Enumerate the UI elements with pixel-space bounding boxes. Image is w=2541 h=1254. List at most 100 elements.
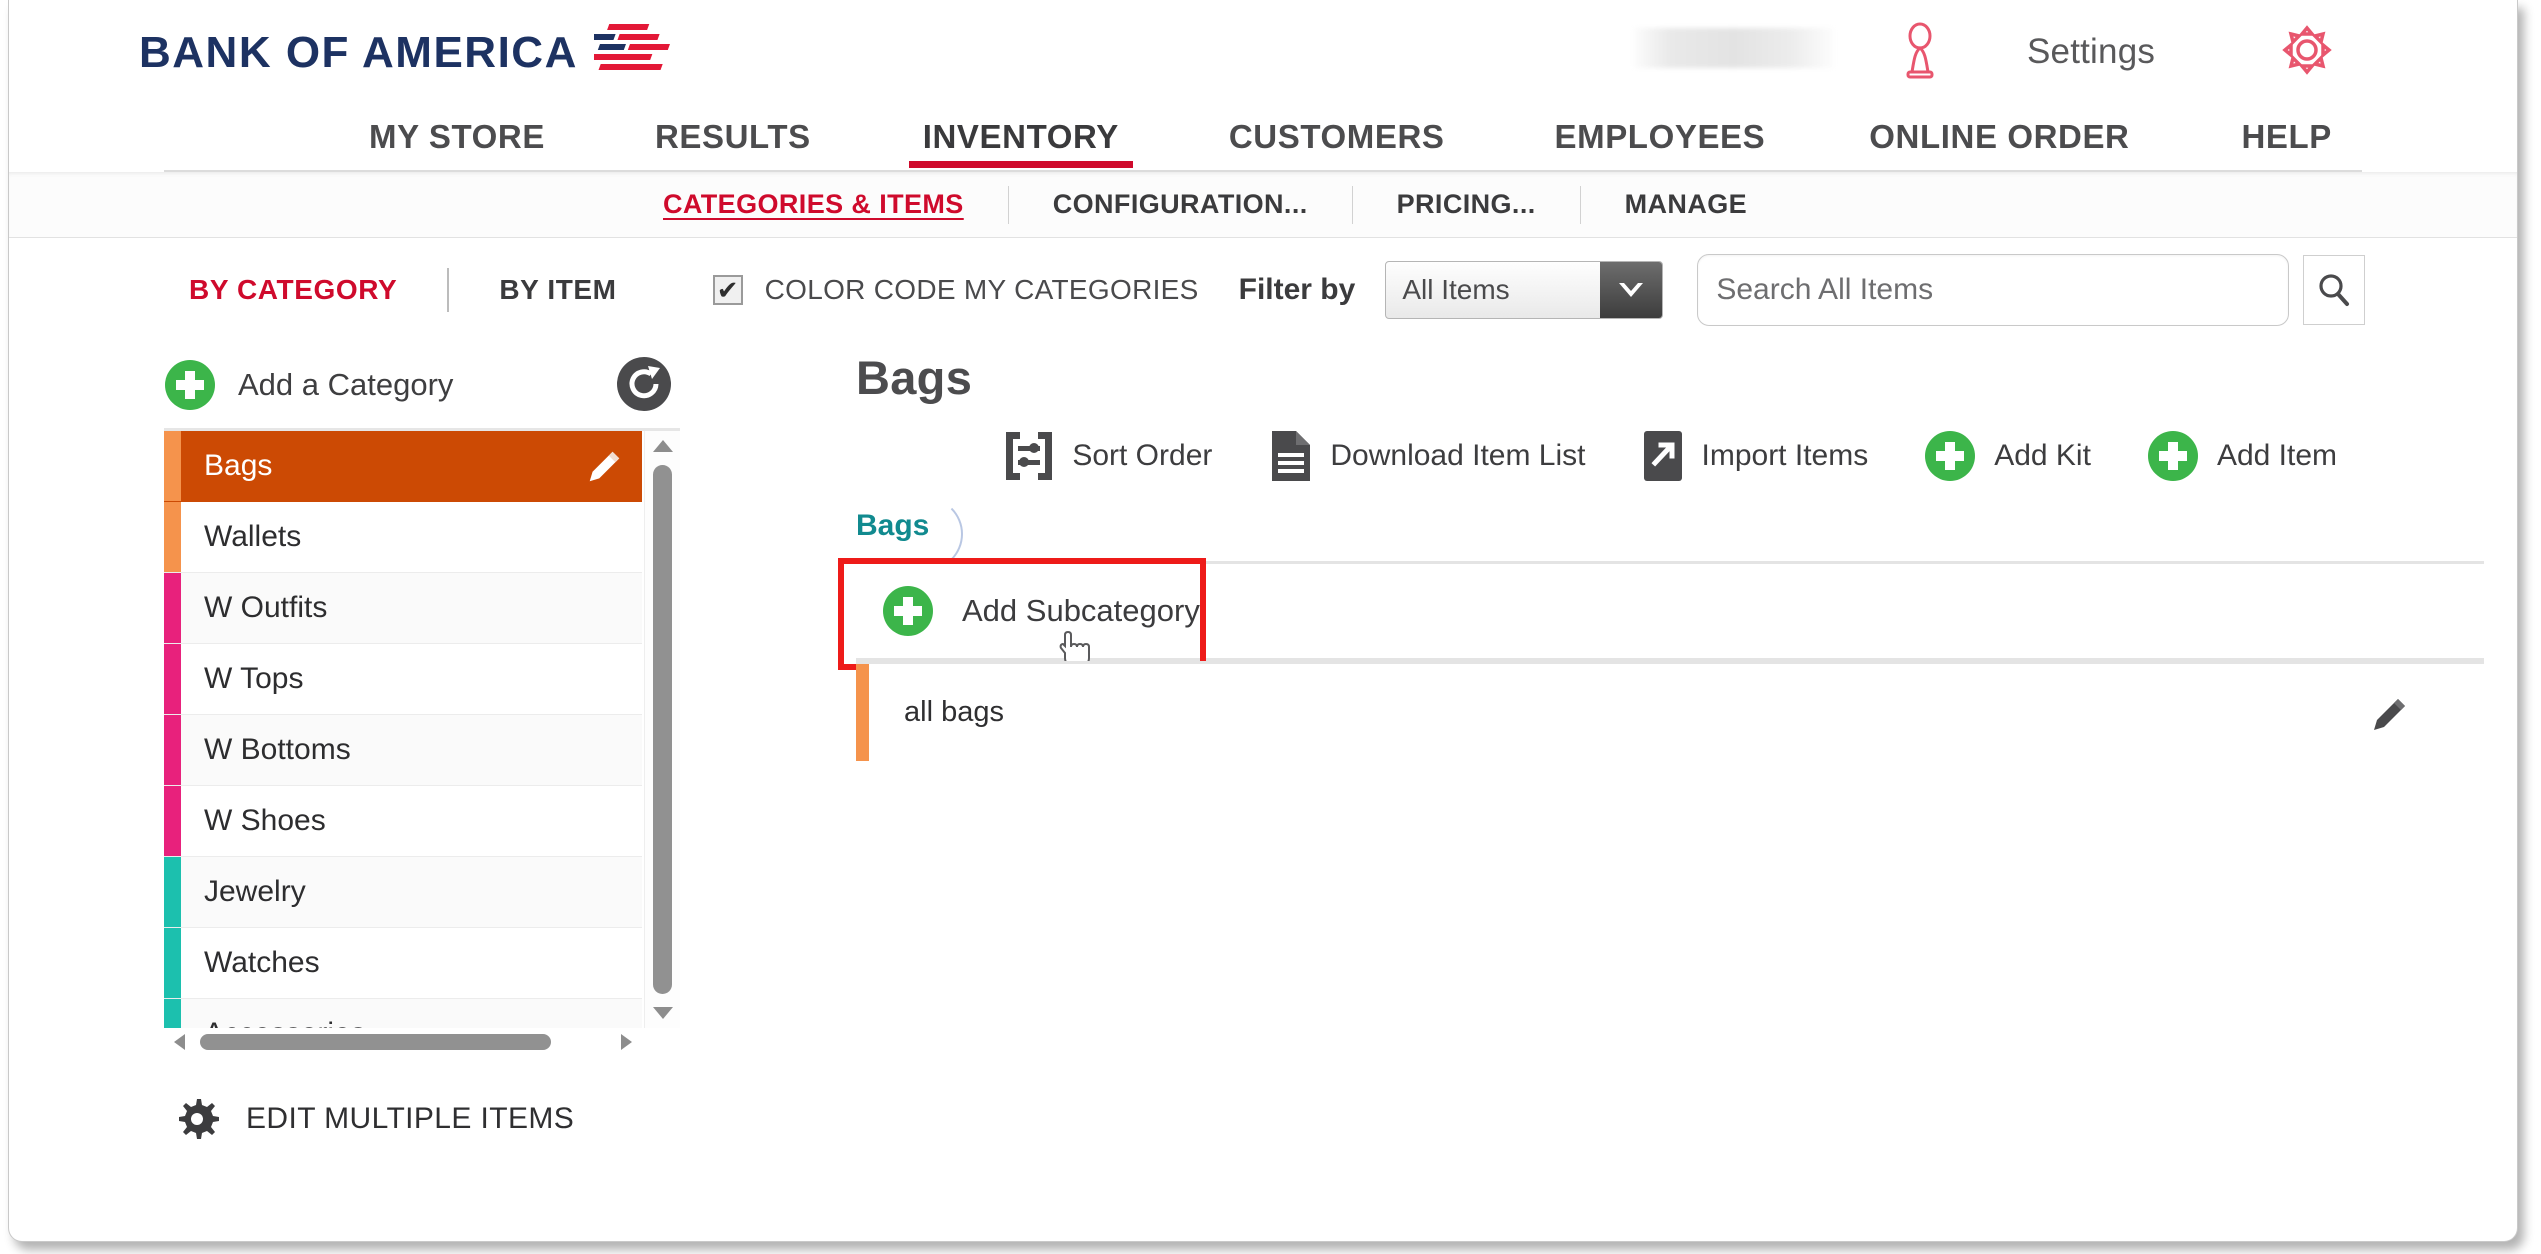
category-color-swatch <box>164 431 181 501</box>
category-list[interactable]: Bags Wallets W Outfits W Tops W Bottoms W Sho… <box>164 431 642 1028</box>
filter-toolbar: BY CATEGORY BY ITEM ✔ COLOR CODE MY CATE… <box>9 238 2517 342</box>
search-input[interactable] <box>1698 273 2289 307</box>
category-label: W Bottoms <box>204 733 351 766</box>
add-item-button[interactable]: Add Item <box>2147 430 2337 482</box>
category-list-container: Bags Wallets W Outfits W Tops W Bottoms W Sho… <box>164 428 680 1056</box>
category-label: Wallets <box>204 520 302 553</box>
category-label: Watches <box>204 946 320 979</box>
breadcrumb-item-bags[interactable]: Bags <box>856 497 964 571</box>
category-label: Accessories <box>204 1017 366 1028</box>
pencil-icon[interactable] <box>584 447 624 487</box>
user-name-redacted <box>1634 28 1834 68</box>
subcategory-row-all-bags[interactable]: all bags <box>856 661 2484 761</box>
page-body: Add a Category Bags Wallets W Outfits W Top… <box>9 342 2517 1142</box>
category-row[interactable]: Watches <box>164 928 642 999</box>
magnifier-icon <box>2319 274 2350 306</box>
subnav-item-configuration[interactable]: CONFIGURATION... <box>1047 189 1314 220</box>
settings-label[interactable]: Settings <box>2027 32 2155 72</box>
page-header: BANK OF AMERICA Settings <box>9 0 2517 118</box>
gear-icon[interactable] <box>2279 22 2335 78</box>
tab-by-item[interactable]: BY ITEM <box>499 274 616 306</box>
horizontal-scroll-thumb[interactable] <box>200 1034 552 1050</box>
category-color-swatch <box>164 502 181 572</box>
import-arrow-icon <box>1643 431 1682 481</box>
breadcrumb-arc-icon <box>917 497 964 571</box>
gear-icon <box>179 1099 219 1139</box>
category-row[interactable]: W Outfits <box>164 573 642 644</box>
nav-item-online-order[interactable]: ONLINE ORDER <box>1869 118 2129 166</box>
content-actions-toolbar: Sort Order Download Item List Import Ite… <box>856 429 2517 483</box>
subcategory-label: all bags <box>904 696 1004 728</box>
plus-circle-icon <box>2147 431 2198 481</box>
category-label: W Shoes <box>204 804 326 837</box>
subcategory-list: Add Subcategory all bags <box>838 558 2484 761</box>
category-label: Jewelry <box>204 875 306 908</box>
category-color-swatch <box>164 928 181 998</box>
subnav-divider <box>1579 185 1581 224</box>
category-row[interactable]: Jewelry <box>164 857 642 928</box>
add-category-button[interactable]: Add a Category <box>164 342 684 428</box>
category-color-swatch <box>164 715 181 785</box>
category-detail-panel: Bags Sort Order Download Item List Impor… <box>684 342 2517 1142</box>
sort-order-button[interactable]: Sort Order <box>1004 430 1212 482</box>
bank-of-america-logo[interactable]: BANK OF AMERICA <box>139 22 712 84</box>
category-label: W Tops <box>204 662 304 695</box>
add-subcategory-row[interactable]: Add Subcategory <box>838 558 2484 670</box>
tab-by-category[interactable]: BY CATEGORY <box>189 274 397 306</box>
vertical-scroll-thumb[interactable] <box>653 465 672 994</box>
breadcrumb: Bags <box>856 497 2517 571</box>
category-row[interactable]: W Shoes <box>164 786 642 857</box>
nav-item-inventory[interactable]: INVENTORY <box>908 118 1133 168</box>
nav-item-employees[interactable]: EMPLOYEES <box>1555 118 1766 166</box>
nav-item-customers[interactable]: CUSTOMERS <box>1229 118 1445 166</box>
page-title: Bags <box>856 351 973 404</box>
nav-item-help[interactable]: HELP <box>2242 118 2332 166</box>
horizontal-scroll-track[interactable] <box>194 1028 612 1056</box>
edit-multiple-items-label: EDIT MULTIPLE ITEMS <box>246 1102 575 1135</box>
subnav-item-categories-and-items[interactable]: CATEGORIES & ITEMS <box>657 189 970 220</box>
import-items-label: Import Items <box>1701 439 1869 472</box>
category-list-vertical-scrollbar[interactable] <box>644 431 680 1028</box>
scroll-up-arrow[interactable] <box>645 431 680 461</box>
scroll-left-arrow[interactable] <box>164 1032 194 1052</box>
category-row[interactable]: Accessories <box>164 999 642 1028</box>
brand-name: BANK OF AMERICA <box>139 28 578 77</box>
color-code-checkbox[interactable]: ✔ <box>712 275 743 305</box>
add-item-label: Add Item <box>2216 439 2337 472</box>
subnav-item-pricing[interactable]: PRICING... <box>1391 189 1542 220</box>
plus-circle-icon <box>883 586 933 636</box>
subnav-divider <box>1007 185 1009 224</box>
category-row[interactable]: Bags <box>164 431 642 502</box>
category-row[interactable]: Wallets <box>164 502 642 573</box>
add-subcategory-label: Add Subcategory <box>962 593 1200 628</box>
import-items-button[interactable]: Import Items <box>1642 429 1869 483</box>
add-kit-label: Add Kit <box>1994 439 2091 472</box>
filter-divider <box>447 268 450 312</box>
search-button[interactable] <box>2303 255 2366 325</box>
category-sidebar: Add a Category Bags Wallets W Outfits W Top… <box>164 342 684 1142</box>
scroll-right-arrow[interactable] <box>612 1032 642 1052</box>
refresh-icon[interactable] <box>616 356 672 412</box>
category-color-swatch <box>164 786 181 856</box>
nav-item-results[interactable]: RESULTS <box>655 118 811 166</box>
add-kit-button[interactable]: Add Kit <box>1924 430 2091 482</box>
search-box[interactable] <box>1697 254 2290 326</box>
subnav-item-manage[interactable]: MANAGE <box>1619 189 1753 220</box>
chevron-down-icon <box>1600 262 1663 318</box>
edit-multiple-items-button[interactable]: EDIT MULTIPLE ITEMS <box>164 1096 684 1142</box>
scroll-down-arrow[interactable] <box>645 998 680 1028</box>
category-row[interactable]: W Bottoms <box>164 715 642 786</box>
category-row[interactable]: W Tops <box>164 644 642 715</box>
sort-order-label: Sort Order <box>1072 439 1213 472</box>
category-color-swatch <box>164 573 181 643</box>
category-label: W Outfits <box>204 591 328 624</box>
download-item-list-button[interactable]: Download Item List <box>1268 429 1586 483</box>
application-window: BANK OF AMERICA Settings MY STORE RESULT… <box>8 0 2518 1242</box>
user-profile-icon[interactable] <box>1894 22 1946 80</box>
nav-item-my-store[interactable]: MY STORE <box>369 118 545 166</box>
download-item-list-label: Download Item List <box>1330 439 1586 472</box>
filter-select[interactable]: All Items <box>1385 261 1664 319</box>
category-list-horizontal-scrollbar[interactable] <box>164 1028 642 1056</box>
add-category-label: Add a Category <box>238 367 454 402</box>
pencil-icon[interactable] <box>2368 694 2410 736</box>
